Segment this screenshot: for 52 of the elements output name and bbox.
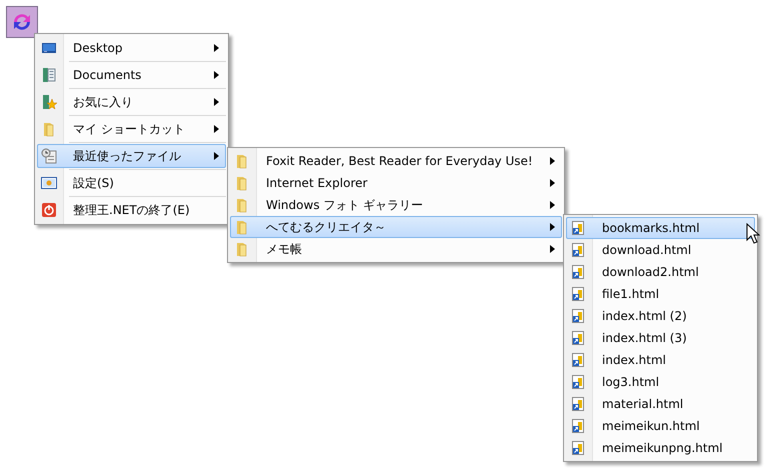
menu-item[interactable]: file1.html xyxy=(566,283,755,305)
menu-item[interactable]: 整理王.NETの終了(E) xyxy=(37,198,226,222)
cursor-icon xyxy=(746,223,760,245)
shortcut-file-icon xyxy=(570,242,586,258)
menu-item[interactable]: Windows フォト ギャラリー xyxy=(230,194,562,216)
menu-item[interactable]: へてむるクリエイタ～ xyxy=(230,216,562,238)
submenu-arrow-icon xyxy=(214,71,219,79)
clock-document-icon xyxy=(41,148,57,164)
shortcut-file-icon xyxy=(570,220,586,236)
submenu-arrow-icon xyxy=(214,44,219,52)
menu-item[interactable]: index.html xyxy=(566,349,755,371)
shortcut-file-icon xyxy=(570,264,586,280)
submenu-arrow-icon xyxy=(214,152,219,160)
submenu-arrow-icon xyxy=(214,125,219,133)
menu-item[interactable]: Internet Explorer xyxy=(230,172,562,194)
shortcut-file-icon xyxy=(570,286,586,302)
menu-item[interactable]: index.html (3) xyxy=(566,327,755,349)
menu-item[interactable]: download.html xyxy=(566,239,755,261)
shortcut-file-icon xyxy=(570,330,586,346)
monitor-icon xyxy=(41,40,57,56)
submenu-arrow-icon xyxy=(550,179,555,187)
menu-item[interactable]: メモ帳 xyxy=(230,238,562,260)
app-icon[interactable] xyxy=(6,6,38,38)
menu-item[interactable]: 最近使ったファイル xyxy=(37,144,226,168)
power-icon xyxy=(41,202,57,218)
submenu-arrow-icon xyxy=(550,223,555,231)
menu-item[interactable]: Desktop xyxy=(37,36,226,60)
shortcut-file-icon xyxy=(570,374,586,390)
menu-item[interactable]: meimeikun.html xyxy=(566,415,755,437)
menu-item[interactable]: Foxit Reader, Best Reader for Everyday Use! xyxy=(230,150,562,172)
submenu-arrow-icon xyxy=(214,98,219,106)
document-folder-icon xyxy=(41,67,57,83)
menu-item[interactable]: 設定(S) xyxy=(37,171,226,195)
menu-item[interactable]: material.html xyxy=(566,393,755,415)
submenu-arrow-icon xyxy=(550,245,555,253)
menu-item[interactable]: お気に入り xyxy=(37,90,226,114)
menu-item[interactable]: マイ ショートカット xyxy=(37,117,226,141)
star-folder-icon xyxy=(41,94,57,110)
submenu-arrow-icon xyxy=(550,201,555,209)
shortcut-file-icon xyxy=(570,352,586,368)
menu-item[interactable]: meimeikunpng.html xyxy=(566,437,755,459)
submenu-arrow-icon xyxy=(550,157,555,165)
menu-item[interactable]: Documents xyxy=(37,63,226,87)
settings-icon xyxy=(41,175,57,191)
shortcut-file-icon xyxy=(570,396,586,412)
shortcut-file-icon xyxy=(570,418,586,434)
menu-item[interactable]: index.html (2) xyxy=(566,305,755,327)
menu-item[interactable]: bookmarks.html xyxy=(566,217,755,239)
menu-item[interactable]: log3.html xyxy=(566,371,755,393)
shortcut-file-icon xyxy=(570,440,586,456)
menu-item[interactable]: download2.html xyxy=(566,261,755,283)
shortcut-file-icon xyxy=(570,308,586,324)
